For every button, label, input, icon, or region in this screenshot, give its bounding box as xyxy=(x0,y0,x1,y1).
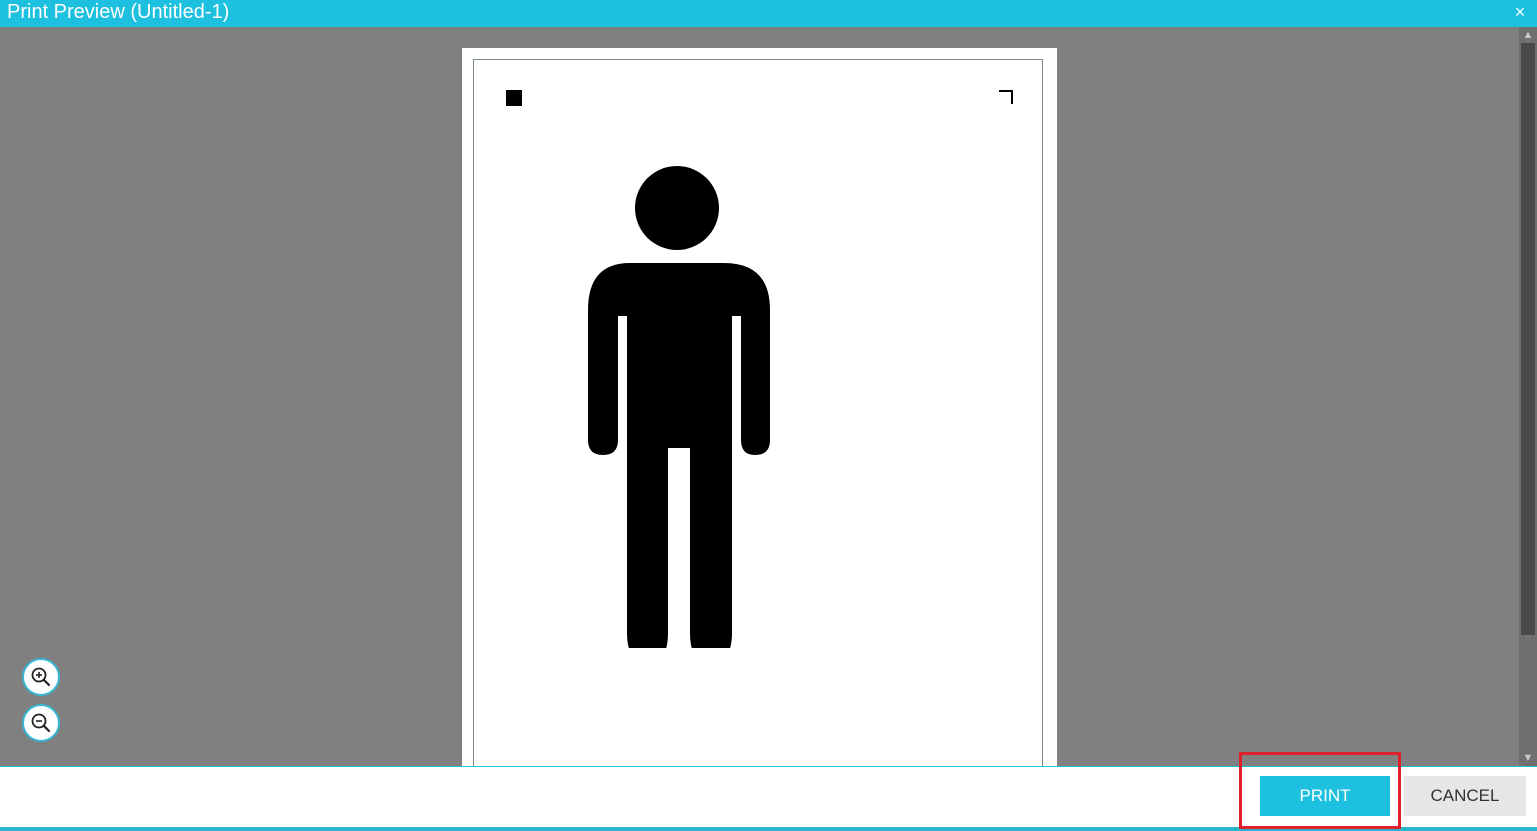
close-icon[interactable]: × xyxy=(1509,0,1531,24)
scroll-up-icon[interactable]: ▲ xyxy=(1519,27,1537,43)
registration-mark-square xyxy=(506,90,522,106)
scroll-thumb[interactable] xyxy=(1521,43,1535,635)
registration-mark-corner xyxy=(999,90,1013,104)
window-title: Print Preview (Untitled-1) xyxy=(7,1,230,23)
zoom-in-button[interactable] xyxy=(22,658,60,696)
zoom-out-icon xyxy=(31,713,51,733)
scroll-down-icon[interactable]: ▼ xyxy=(1519,750,1537,766)
standing-person-icon xyxy=(588,166,770,648)
vertical-scrollbar[interactable]: ▲ ▼ xyxy=(1519,27,1537,766)
paper-page xyxy=(462,48,1057,766)
zoom-in-icon xyxy=(31,667,51,687)
zoom-out-button[interactable] xyxy=(22,704,60,742)
title-bar: Print Preview (Untitled-1) × xyxy=(0,0,1537,27)
preview-area xyxy=(0,27,1519,766)
bottom-strip xyxy=(0,827,1537,831)
action-bar: PRINT CANCEL xyxy=(0,766,1537,831)
cancel-button[interactable]: CANCEL xyxy=(1404,776,1526,816)
print-button[interactable]: PRINT xyxy=(1260,776,1390,816)
